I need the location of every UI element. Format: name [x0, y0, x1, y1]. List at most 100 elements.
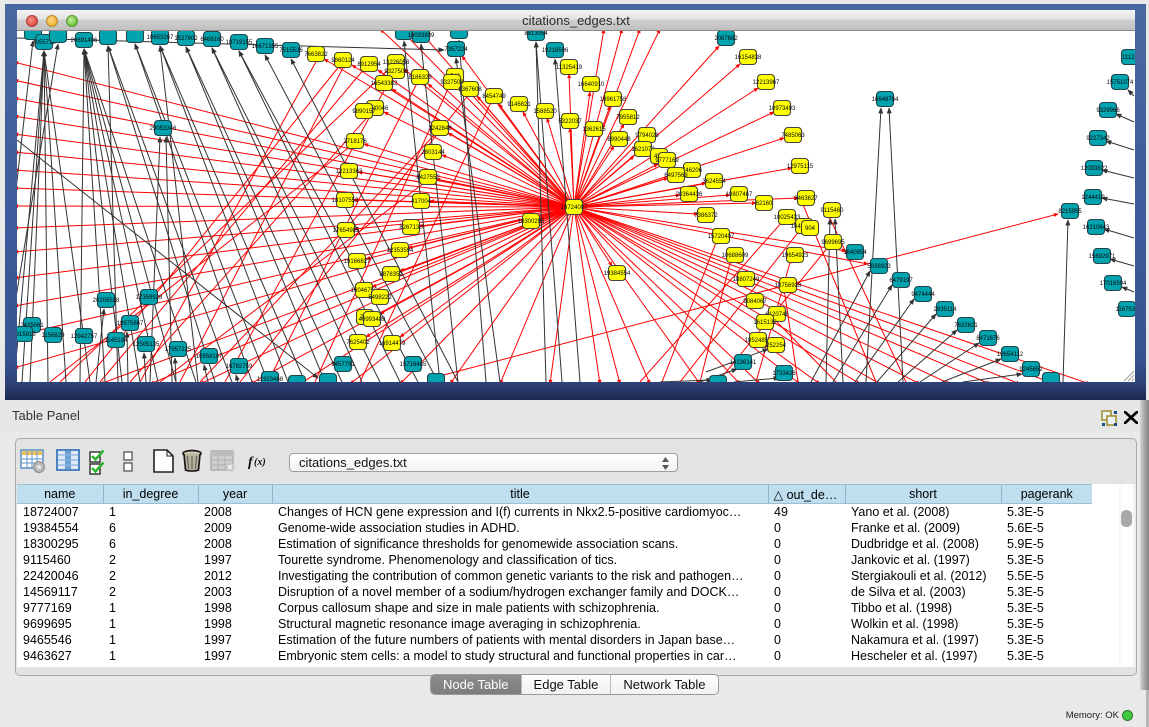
- svg-text:12975115: 12975115: [787, 164, 814, 170]
- svg-text:19166827: 19166827: [344, 259, 371, 265]
- svg-text:20364436: 20364436: [676, 192, 703, 198]
- svg-text:1156829: 1156829: [42, 333, 66, 339]
- svg-text:18724007: 18724007: [561, 205, 588, 211]
- svg-text:10807467: 10807467: [726, 192, 753, 198]
- svg-text:2087682: 2087682: [714, 36, 738, 42]
- svg-text:9457791: 9457791: [331, 362, 355, 368]
- svg-text:9699695: 9699695: [821, 240, 845, 246]
- svg-text:3624554: 3624554: [702, 179, 726, 185]
- svg-text:1733426: 1733426: [772, 371, 796, 377]
- svg-text:12093822: 12093822: [1081, 166, 1108, 172]
- svg-text:8912954: 8912954: [357, 62, 381, 68]
- svg-text:15720407: 15720407: [708, 234, 735, 240]
- svg-text:19218506: 19218506: [542, 48, 569, 54]
- svg-text:9115460: 9115460: [821, 208, 845, 214]
- svg-text:1244419: 1244419: [1081, 195, 1105, 201]
- svg-text:8990448: 8990448: [607, 137, 631, 143]
- svg-text:9474444: 9474444: [911, 292, 935, 298]
- svg-text:8454749: 8454749: [482, 94, 506, 100]
- svg-text:10756928: 10756928: [775, 283, 802, 289]
- svg-text:9777169: 9777169: [655, 158, 679, 164]
- svg-text:15751074: 15751074: [1107, 80, 1134, 86]
- svg-text:7955812: 7955812: [616, 115, 640, 121]
- svg-text:16543382: 16543382: [371, 81, 398, 87]
- svg-text:17654985: 17654985: [333, 228, 360, 234]
- svg-text:1640954: 1640954: [843, 250, 867, 256]
- svg-text:9327506: 9327506: [384, 69, 408, 75]
- svg-text:10653267: 10653267: [147, 35, 174, 41]
- svg-text:252254: 252254: [766, 343, 787, 349]
- svg-text:19654923: 19654923: [782, 253, 809, 259]
- svg-text:16033809: 16033809: [408, 33, 435, 39]
- svg-text:9794028: 9794028: [635, 133, 659, 139]
- svg-text:17957225: 17957225: [165, 347, 192, 353]
- svg-text:15716485: 15716485: [400, 362, 427, 368]
- svg-text:8267130: 8267130: [399, 225, 423, 231]
- svg-text:9860124: 9860124: [331, 58, 355, 64]
- svg-text:10958107: 10958107: [196, 354, 223, 360]
- svg-text:1167533: 1167533: [1116, 307, 1135, 313]
- svg-text:9915919: 9915919: [17, 332, 36, 338]
- svg-text:40993489: 40993489: [359, 317, 386, 323]
- svg-text:7485063: 7485063: [781, 133, 805, 139]
- svg-text:19384554: 19384554: [604, 271, 631, 277]
- svg-text:3242848: 3242848: [428, 126, 452, 132]
- svg-text:11923468: 11923468: [257, 377, 284, 382]
- svg-text:9329966: 9329966: [1096, 108, 1120, 114]
- svg-text:2367608: 2367608: [458, 87, 482, 93]
- svg-text:7632621: 7632621: [954, 323, 978, 329]
- svg-text:12505135: 12505135: [133, 342, 160, 348]
- svg-text:1588520: 1588520: [533, 109, 557, 115]
- svg-text:16210643: 16210643: [1083, 225, 1110, 231]
- svg-text:12213967: 12213967: [753, 80, 780, 86]
- svg-text:16671355: 16671355: [252, 44, 279, 50]
- svg-text:16640910: 16640910: [578, 82, 605, 88]
- svg-text:8878352: 8878352: [379, 272, 403, 278]
- svg-text:1615132: 1615132: [753, 320, 777, 326]
- svg-text:6497568: 6497568: [664, 173, 688, 179]
- svg-text:2935114: 2935114: [934, 307, 958, 313]
- svg-text:7663822: 7663822: [304, 52, 328, 58]
- svg-text:2803144: 2803144: [421, 150, 445, 156]
- svg-text:18300295: 18300295: [518, 219, 545, 225]
- svg-text:1145194: 1145194: [105, 338, 129, 344]
- svg-text:6466160: 6466160: [200, 37, 224, 43]
- svg-text:20206528: 20206528: [93, 298, 120, 304]
- svg-text:8813054: 8813054: [524, 31, 548, 37]
- svg-text:904: 904: [805, 226, 816, 232]
- svg-text:9890157: 9890157: [352, 109, 376, 115]
- svg-text:20691406: 20691406: [71, 38, 98, 44]
- svg-text:17359928: 17359928: [136, 295, 163, 301]
- svg-text:8471676: 8471676: [976, 336, 1000, 342]
- svg-text:16782759: 16782759: [226, 364, 253, 370]
- svg-text:16154838: 16154838: [735, 55, 762, 61]
- svg-text:19975867: 19975867: [117, 321, 144, 327]
- svg-text:16914479: 16914479: [379, 341, 406, 347]
- svg-text:1362615: 1362615: [582, 127, 606, 133]
- svg-text:8427552: 8427552: [416, 175, 440, 181]
- svg-text:5322037: 5322037: [558, 119, 582, 125]
- svg-text:11325419: 11325419: [556, 65, 583, 71]
- svg-text:417004: 417004: [411, 199, 432, 205]
- svg-text:12353594: 12353594: [387, 248, 414, 254]
- svg-text:9463627: 9463627: [794, 196, 818, 202]
- svg-text:12213363: 12213363: [336, 169, 363, 175]
- svg-text:10654112: 10654112: [997, 352, 1024, 358]
- svg-text:5938923: 5938923: [867, 264, 891, 270]
- svg-text:(x): (x): [254, 457, 266, 468]
- svg-text:6479197: 6479197: [889, 278, 913, 284]
- svg-text:7357224: 7357224: [444, 47, 468, 53]
- svg-text:7625402: 7625402: [346, 340, 370, 346]
- svg-text:10961758: 10961758: [600, 97, 627, 103]
- svg-text:11124: 11124: [1122, 55, 1135, 61]
- svg-text:18107553: 18107553: [332, 198, 359, 204]
- svg-text:29053346: 29053346: [150, 126, 177, 132]
- svg-text:8215955: 8215955: [1058, 209, 1082, 215]
- svg-text:5498222: 5498222: [368, 295, 392, 301]
- svg-text:9084067: 9084067: [743, 299, 767, 305]
- svg-text:16648784: 16648784: [872, 97, 899, 103]
- svg-text:2718176: 2718176: [343, 139, 367, 145]
- svg-text:18807249: 18807249: [733, 277, 760, 283]
- svg-text:9146821: 9146821: [507, 102, 531, 108]
- svg-text:7386372: 7386372: [694, 213, 718, 219]
